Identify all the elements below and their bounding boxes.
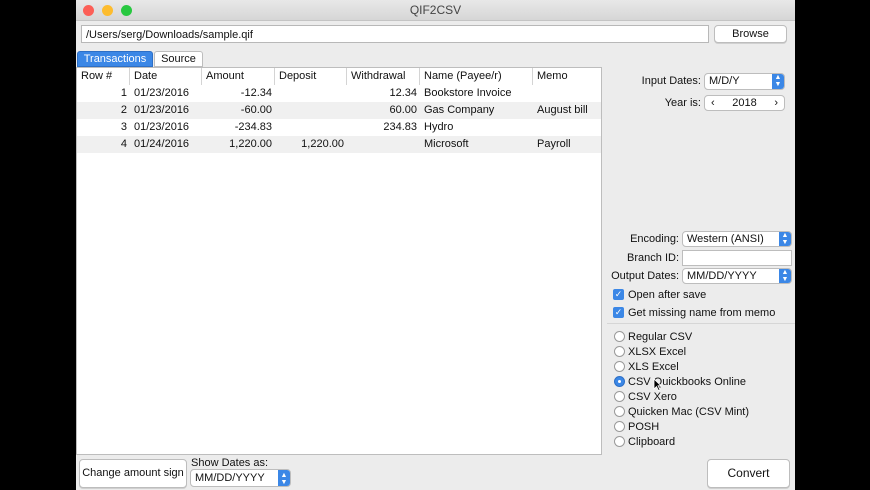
format-label-posh[interactable]: POSH xyxy=(628,421,659,433)
cell-deposit xyxy=(275,119,347,136)
cell-amount: 1,220.00 xyxy=(229,138,272,150)
cell-name: Bookstore Invoice xyxy=(424,87,512,99)
cell-name: Microsoft xyxy=(424,138,469,150)
cell-row-number: 4 xyxy=(120,138,127,150)
format-radio-quicken-mac[interactable] xyxy=(614,406,625,417)
output-dates-value: MM/DD/YYYY xyxy=(687,270,757,282)
format-radio-regular-csv[interactable] xyxy=(614,331,625,342)
table-row[interactable]: 1 01/23/2016 -12.34 12.34 Bookstore Invo… xyxy=(77,85,601,102)
open-after-save-checkbox[interactable]: ✓ xyxy=(613,289,624,300)
cell-withdrawal: 234.83 xyxy=(383,121,417,133)
cell-row-number: 3 xyxy=(120,121,127,133)
cell-withdrawal xyxy=(347,136,420,153)
title-bar[interactable]: QIF2CSV xyxy=(76,0,795,21)
column-header-withdrawal[interactable]: Withdrawal xyxy=(347,68,420,85)
checkmark-icon: ✓ xyxy=(614,289,623,299)
year-label: Year is: xyxy=(664,97,701,109)
cell-name: Gas Company xyxy=(424,104,495,116)
updown-arrow-icon: ▲ ▼ xyxy=(779,269,791,283)
updown-arrow-icon: ▲ ▼ xyxy=(772,74,784,89)
input-dates-value: M/D/Y xyxy=(709,75,740,87)
branch-id-label: Branch ID: xyxy=(627,252,679,264)
encoding-value: Western (ANSI) xyxy=(687,233,764,245)
branch-id-input[interactable] xyxy=(682,250,792,266)
transactions-table[interactable]: Row # Date Amount Deposit Withdrawal Nam… xyxy=(76,67,602,455)
cell-withdrawal: 60.00 xyxy=(389,104,417,116)
checkmark-icon: ✓ xyxy=(614,307,623,317)
column-header-deposit[interactable]: Deposit xyxy=(275,68,347,85)
cell-date: 01/23/2016 xyxy=(134,104,190,116)
cell-amount: -60.00 xyxy=(240,104,272,116)
cell-row-number: 1 xyxy=(120,87,127,99)
column-header-amount[interactable]: Amount xyxy=(202,68,275,85)
tab-source[interactable]: Source xyxy=(154,51,203,67)
get-missing-name-checkbox[interactable]: ✓ xyxy=(613,307,624,318)
separator xyxy=(607,323,795,324)
encoding-label: Encoding: xyxy=(630,233,679,245)
cell-amount: -234.83 xyxy=(234,121,272,133)
input-dates-select[interactable]: M/D/Y ▲ ▼ xyxy=(704,73,785,90)
table-row[interactable]: 2 01/23/2016 -60.00 60.00 Gas Company Au… xyxy=(77,102,601,119)
file-path-input[interactable]: /Users/serg/Downloads/sample.qif xyxy=(81,25,709,43)
change-amount-sign-button[interactable]: Change amount sign xyxy=(79,459,187,488)
cell-date: 01/24/2016 xyxy=(134,138,190,150)
format-radio-csv-quickbooks-online[interactable] xyxy=(614,376,625,387)
open-after-save-label[interactable]: Open after save xyxy=(628,289,706,301)
cell-deposit: 1,220.00 xyxy=(301,138,344,150)
year-value: 2018 xyxy=(732,97,757,109)
tab-transactions[interactable]: Transactions xyxy=(77,51,153,67)
format-label-regular-csv[interactable]: Regular CSV xyxy=(628,331,692,343)
cell-memo xyxy=(533,119,601,136)
convert-button[interactable]: Convert xyxy=(707,459,790,488)
encoding-select[interactable]: Western (ANSI) ▲ ▼ xyxy=(682,231,792,247)
cell-deposit xyxy=(275,102,347,119)
cell-date: 01/23/2016 xyxy=(134,87,190,99)
cell-date: 01/23/2016 xyxy=(134,121,190,133)
column-header-memo[interactable]: Memo xyxy=(533,68,601,85)
output-dates-select[interactable]: MM/DD/YYYY ▲ ▼ xyxy=(682,268,792,284)
format-radio-csv-xero[interactable] xyxy=(614,391,625,402)
table-header: Row # Date Amount Deposit Withdrawal Nam… xyxy=(77,68,601,86)
cell-memo: Payroll xyxy=(537,138,571,150)
format-label-csv-quickbooks-online[interactable]: CSV Quickbooks Online xyxy=(628,376,746,388)
chevron-right-icon[interactable]: › xyxy=(774,96,778,110)
table-row[interactable]: 3 01/23/2016 -234.83 234.83 Hydro xyxy=(77,119,601,136)
updown-arrow-icon: ▲ ▼ xyxy=(779,232,791,246)
year-stepper[interactable]: ‹ 2018 › xyxy=(704,95,785,111)
column-header-date[interactable]: Date xyxy=(130,68,202,85)
show-dates-select[interactable]: MM/DD/YYYY ▲ ▼ xyxy=(190,469,291,487)
input-dates-label: Input Dates: xyxy=(641,75,701,87)
format-label-xls-excel[interactable]: XLS Excel xyxy=(628,361,679,373)
table-row[interactable]: 4 01/24/2016 1,220.00 1,220.00 Microsoft… xyxy=(77,136,601,153)
cell-name: Hydro xyxy=(424,121,454,133)
column-header-row-number[interactable]: Row # xyxy=(77,68,130,85)
show-dates-value: MM/DD/YYYY xyxy=(195,472,265,484)
column-header-name[interactable]: Name (Payee/r) xyxy=(420,68,533,85)
cell-amount: -12.34 xyxy=(240,87,272,99)
cell-memo xyxy=(533,85,601,102)
format-label-clipboard[interactable]: Clipboard xyxy=(628,436,675,448)
cell-memo: August bill xyxy=(537,104,588,116)
get-missing-name-label[interactable]: Get missing name from memo xyxy=(628,307,775,319)
cell-withdrawal: 12.34 xyxy=(389,87,417,99)
format-radio-clipboard[interactable] xyxy=(614,436,625,447)
format-radio-xls-excel[interactable] xyxy=(614,361,625,372)
app-window: QIF2CSV /Users/serg/Downloads/sample.qif… xyxy=(76,0,795,490)
output-dates-label: Output Dates: xyxy=(611,270,679,282)
updown-arrow-icon: ▲ ▼ xyxy=(278,470,290,486)
window-title: QIF2CSV xyxy=(409,3,462,17)
format-label-quicken-mac[interactable]: Quicken Mac (CSV Mint) xyxy=(628,406,749,418)
format-radio-posh[interactable] xyxy=(614,421,625,432)
format-radio-xlsx-excel[interactable] xyxy=(614,346,625,357)
show-dates-label: Show Dates as: xyxy=(191,457,269,469)
mouse-pointer-icon xyxy=(653,378,662,391)
browse-button[interactable]: Browse xyxy=(714,25,787,43)
format-label-csv-xero[interactable]: CSV Xero xyxy=(628,391,677,403)
cell-row-number: 2 xyxy=(120,104,127,116)
cell-deposit xyxy=(275,85,347,102)
format-label-xlsx-excel[interactable]: XLSX Excel xyxy=(628,346,686,358)
